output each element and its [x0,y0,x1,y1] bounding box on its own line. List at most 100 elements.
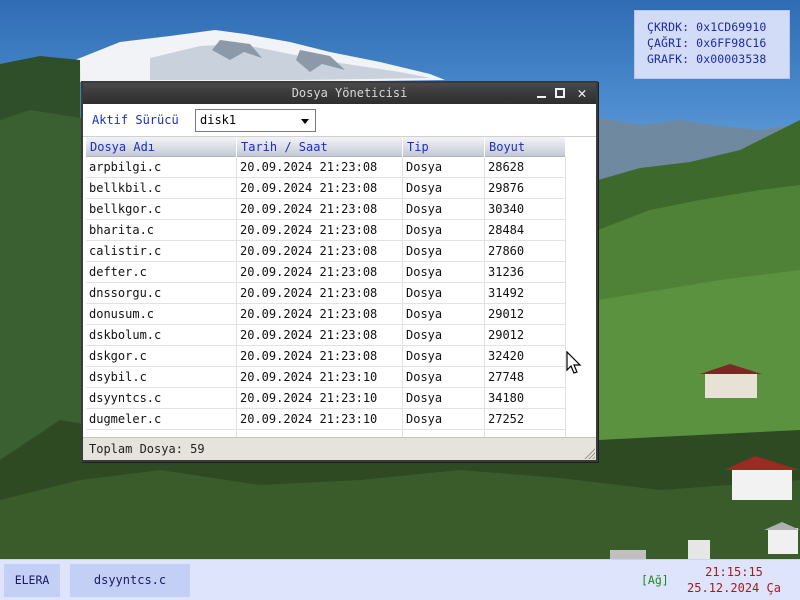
window-titlebar[interactable]: Dosya Yöneticisi ✕ [83,83,596,104]
file-table: Dosya Adı Tarih / Saat Tip Boyut arpbilg… [86,137,595,437]
cell-name: bellkbil.c [86,178,237,199]
cell-type: Dosya [403,241,485,262]
cell-name: bharita.c [86,220,237,241]
active-drive-label: Aktif Sürücü [92,113,179,127]
cell-datetime: 20.09.2024 21:23:10 [237,388,403,409]
resize-grip-icon[interactable] [583,447,595,459]
column-header-datetime[interactable]: Tarih / Saat [237,137,403,157]
cell-size: 28484 [485,220,566,241]
cell-type: Dosya [403,346,485,367]
system-info-panel: ÇKRDK: 0x1CD69910 ÇAĞRI: 0x6FF98C16 GRAF… [634,10,790,79]
cell-name: dsyyntcs.c [86,388,237,409]
mouse-cursor-icon [566,351,582,374]
cell-type: Dosya [403,325,485,346]
cell-name: dskbolum.c [86,325,237,346]
close-icon: ✕ [577,84,587,102]
drive-select[interactable]: disk1 [195,109,316,132]
table-row[interactable]: dnssorgu.c 20.09.2024 21:23:08 Dosya 31492 [86,283,566,304]
cell-size: 29012 [485,304,566,325]
taskbar: ELERA dsyyntcs.c [Ağ] 21:15:15 25.12.202… [0,559,800,600]
clock: 21:15:15 25.12.2024 Ça [682,564,786,596]
cell-size: 29876 [485,178,566,199]
cell-name: dsybil.c [86,367,237,388]
table-row[interactable]: bellkgor.c 20.09.2024 21:23:08 Dosya 30340 [86,199,566,220]
cell-type: Dosya [403,409,485,430]
table-row[interactable]: donusum.c 20.09.2024 21:23:08 Dosya 29012 [86,304,566,325]
table-row[interactable]: dsybil.c 20.09.2024 21:23:10 Dosya 27748 [86,367,566,388]
column-header-name[interactable]: Dosya Adı [86,137,237,157]
status-bar: Toplam Dosya: 59 [83,437,596,460]
cell-type: Dosya [403,262,485,283]
minimize-icon [537,96,546,98]
cell-datetime: 20.09.2024 21:23:08 [237,220,403,241]
window-client-area: Aktif Sürücü disk1 Dosya Adı Tarih / Saa… [83,104,596,460]
table-row[interactable]: defter.c 20.09.2024 21:23:08 Dosya 31236 [86,262,566,283]
cell-type: Dosya [403,388,485,409]
cell-name [86,430,237,437]
cell-size: 28628 [485,157,566,178]
cell-datetime: 20.09.2024 21:23:10 [237,367,403,388]
cell-size: 30340 [485,199,566,220]
cell-datetime [237,430,403,437]
cell-name: donusum.c [86,304,237,325]
cell-type: Dosya [403,157,485,178]
table-header: Dosya Adı Tarih / Saat Tip Boyut [86,137,566,157]
maximize-button[interactable] [553,86,567,100]
cell-datetime: 20.09.2024 21:23:08 [237,178,403,199]
table-row[interactable]: dskbolum.c 20.09.2024 21:23:08 Dosya 29012 [86,325,566,346]
cell-datetime: 20.09.2024 21:23:08 [237,241,403,262]
table-row[interactable]: bharita.c 20.09.2024 21:23:08 Dosya 28484 [86,220,566,241]
cell-name: calistir.c [86,241,237,262]
cell-name: dugmeler.c [86,409,237,430]
cell-size: 27252 [485,409,566,430]
taskbar-item-dsyyntcs[interactable]: dsyyntcs.c [70,564,190,597]
table-row[interactable]: dskgor.c 20.09.2024 21:23:08 Dosya 32420 [86,346,566,367]
cell-name: bellkgor.c [86,199,237,220]
cell-size: 34180 [485,388,566,409]
cell-type [403,430,485,437]
file-manager-window: Dosya Yöneticisi ✕ Aktif Sürücü disk1 Do… [81,81,598,462]
cell-name: dnssorgu.c [86,283,237,304]
cell-datetime: 20.09.2024 21:23:08 [237,262,403,283]
cell-size: 27748 [485,367,566,388]
dropdown-arrow-icon [301,119,309,124]
cell-size: 32420 [485,346,566,367]
cell-size: 27860 [485,241,566,262]
cell-size: 31492 [485,283,566,304]
cell-datetime: 20.09.2024 21:23:08 [237,199,403,220]
cell-size [485,430,566,437]
cell-type: Dosya [403,283,485,304]
total-files-text: Toplam Dosya: 59 [89,442,205,456]
cell-type: Dosya [403,304,485,325]
cell-datetime: 20.09.2024 21:23:10 [237,409,403,430]
table-row[interactable]: bellkbil.c 20.09.2024 21:23:08 Dosya 29876 [86,178,566,199]
network-status[interactable]: [Ağ] [641,573,669,587]
table-row[interactable]: dugmeler.c 20.09.2024 21:23:10 Dosya 27252 [86,409,566,430]
column-header-type[interactable]: Tip [403,137,485,157]
graphics-address: GRAFK: 0x00003538 [647,52,767,66]
start-button[interactable]: ELERA [4,564,60,597]
cell-datetime: 20.09.2024 21:23:08 [237,157,403,178]
table-row[interactable]: dsyyntcs.c 20.09.2024 21:23:10 Dosya 34180 [86,388,566,409]
maximize-icon [555,88,565,98]
clock-date: 25.12.2024 Ça [687,581,781,595]
cell-datetime: 20.09.2024 21:23:08 [237,346,403,367]
minimize-button[interactable] [534,86,548,100]
call-address: ÇAĞRI: 0x6FF98C16 [647,36,767,50]
cell-size: 31236 [485,262,566,283]
kernel-address: ÇKRDK: 0x1CD69910 [647,20,767,34]
cell-name: arpbilgi.c [86,157,237,178]
clock-time: 21:15:15 [705,565,763,579]
table-row[interactable]: calistir.c 20.09.2024 21:23:08 Dosya 27860 [86,241,566,262]
column-header-size[interactable]: Boyut [485,137,566,157]
cell-datetime: 20.09.2024 21:23:08 [237,325,403,346]
cell-type: Dosya [403,220,485,241]
close-button[interactable]: ✕ [575,84,589,102]
table-row[interactable] [86,430,566,437]
cell-type: Dosya [403,178,485,199]
drive-select-value: disk1 [200,113,237,127]
table-row[interactable]: arpbilgi.c 20.09.2024 21:23:08 Dosya 28628 [86,157,566,178]
cell-datetime: 20.09.2024 21:23:08 [237,283,403,304]
cell-type: Dosya [403,199,485,220]
cell-datetime: 20.09.2024 21:23:08 [237,304,403,325]
